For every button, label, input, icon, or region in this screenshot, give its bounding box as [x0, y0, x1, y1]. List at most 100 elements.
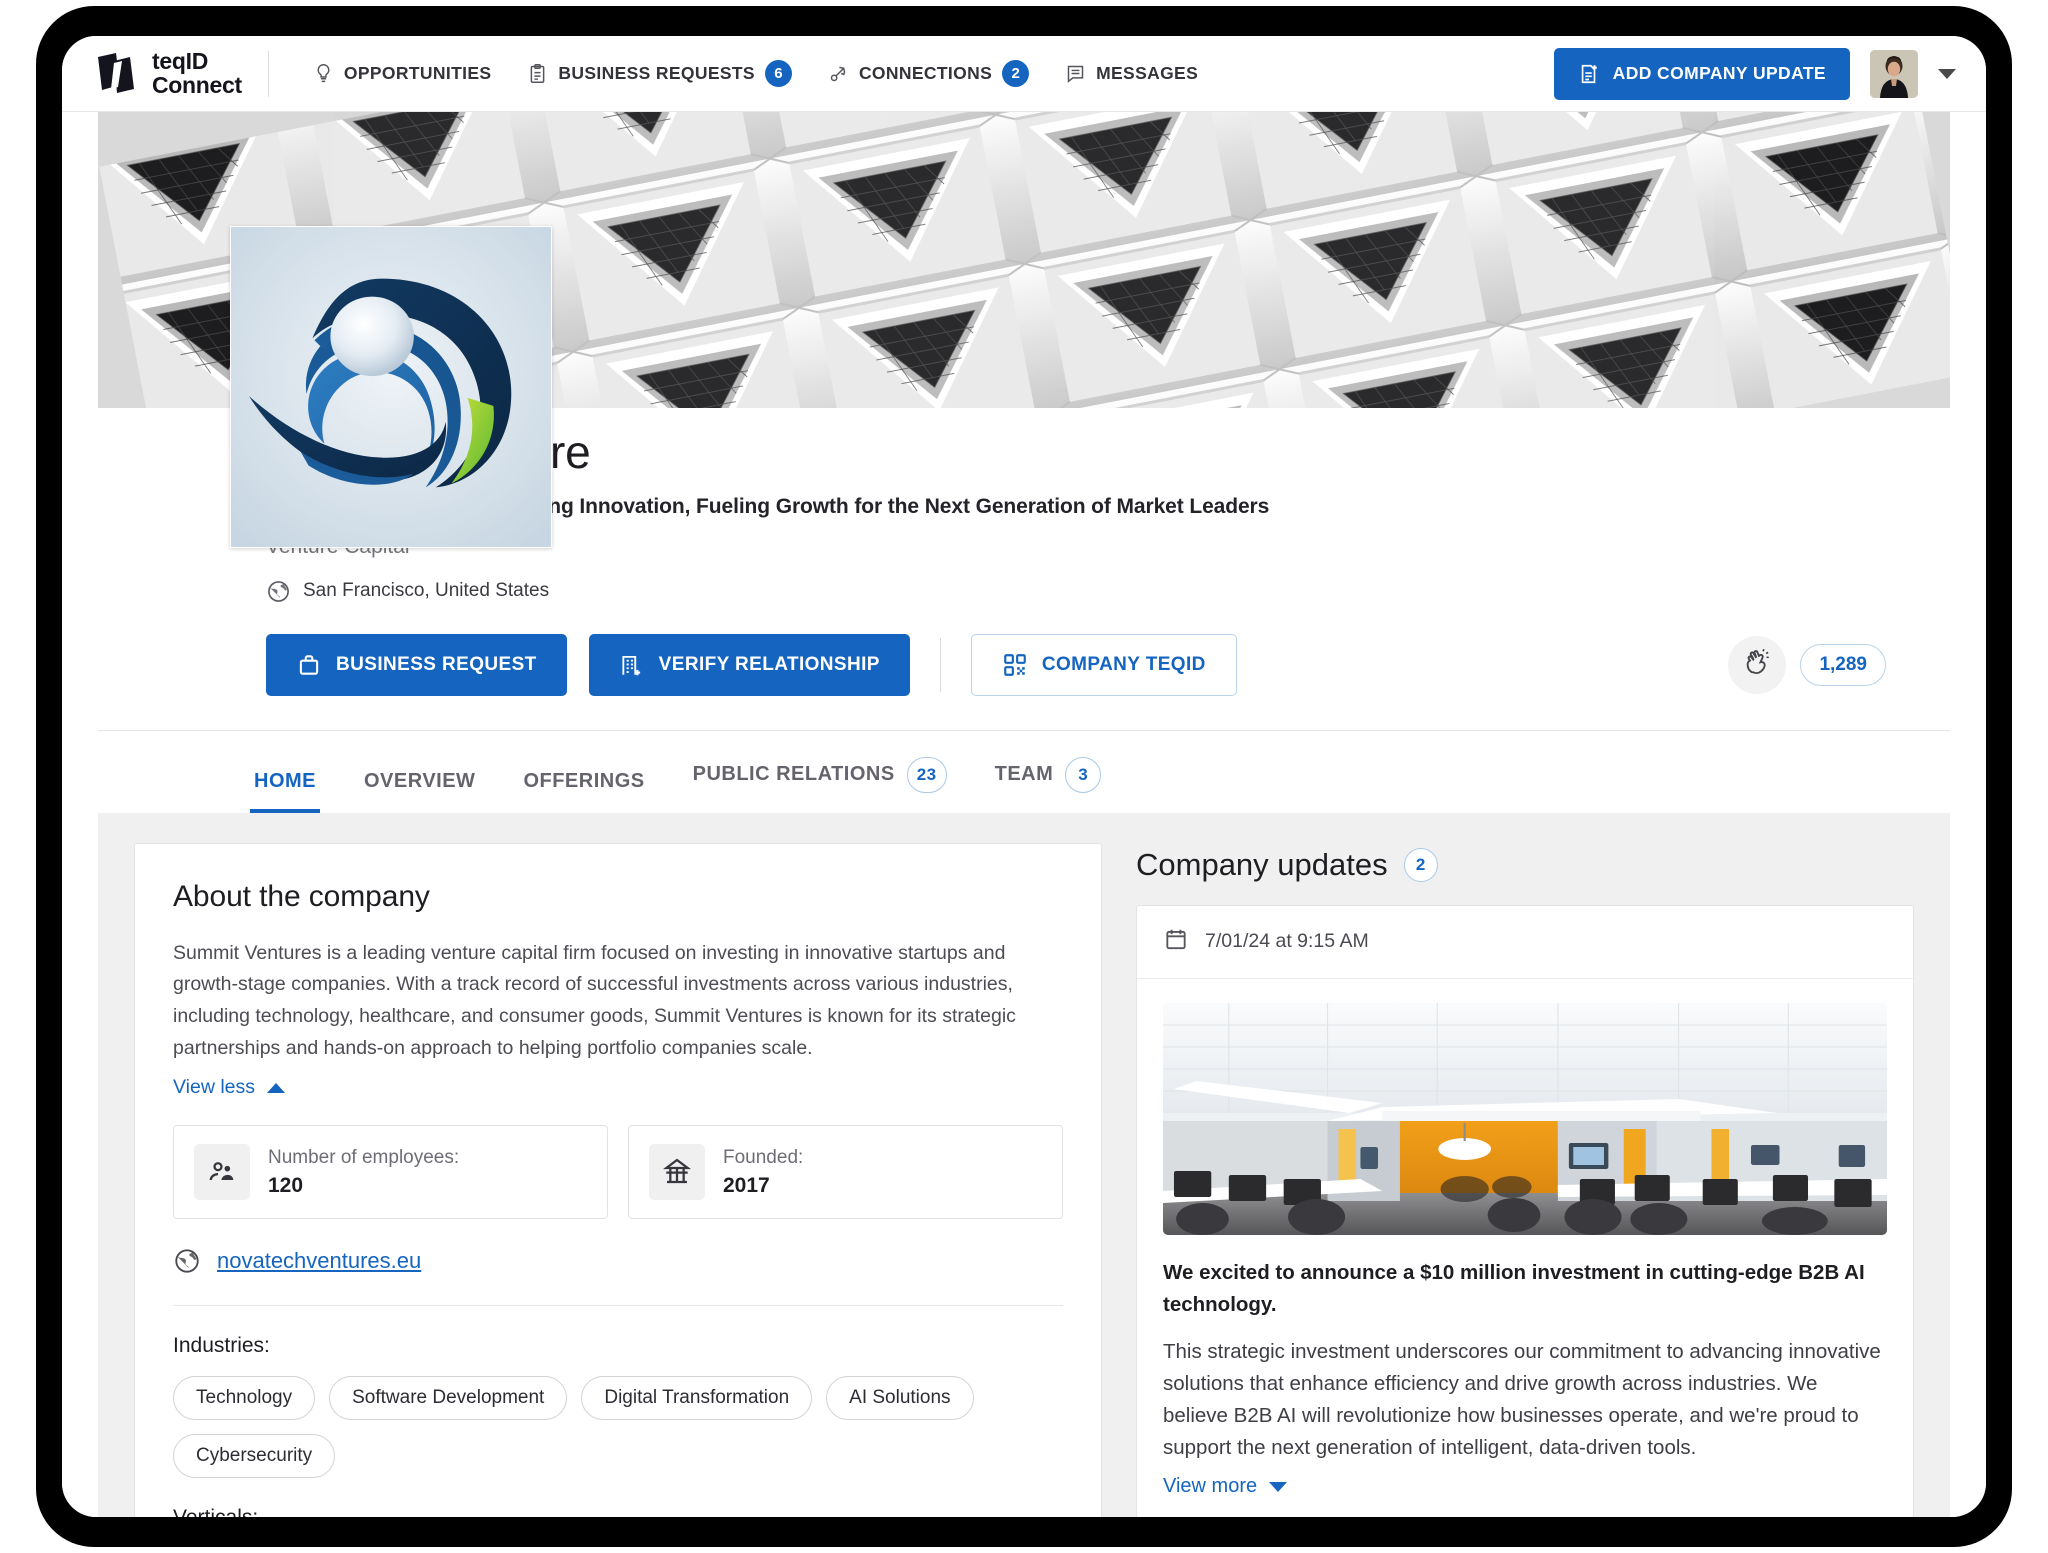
tab-public-relations-count: 23	[906, 756, 947, 793]
industry-chip[interactable]: Digital Transformation	[581, 1376, 813, 1421]
tab-public-relations[interactable]: PUBLIC RELATIONS 23	[669, 731, 971, 813]
about-column: About the company Summit Ventures is a l…	[134, 842, 1102, 1517]
nav-item-business-requests[interactable]: BUSINESS REQUESTS 6	[509, 52, 810, 95]
add-company-update-label: ADD COMPANY UPDATE	[1612, 63, 1826, 83]
update-headline: We excited to announce a $10 million inv…	[1163, 1260, 1865, 1316]
nav-label-opportunities: OPPORTUNITIES	[343, 63, 492, 83]
employees-stat-text: Number of employees: 120	[268, 1147, 459, 1198]
industry-chip[interactable]: AI Solutions	[826, 1376, 974, 1421]
clipboard-icon	[527, 63, 548, 84]
actions-divider	[939, 637, 941, 692]
globe-icon	[173, 1247, 201, 1275]
brand-line-1: teqID	[152, 48, 209, 75]
company-teqid-button[interactable]: COMPANY TEQID	[970, 633, 1237, 696]
building-add-icon	[619, 652, 645, 678]
tab-overview-label: OVERVIEW	[364, 769, 476, 792]
clap-button[interactable]	[1728, 635, 1787, 694]
teqid-logo-icon	[94, 51, 140, 97]
nav-item-messages[interactable]: MESSAGES	[1047, 55, 1216, 92]
nav-label-connections: CONNECTIONS	[858, 63, 993, 83]
company-updates-count: 2	[1403, 847, 1438, 882]
tab-home[interactable]: HOME	[230, 744, 340, 813]
device-frame: teqID Connect OPPORTUNITIES BUSINESS REQ…	[36, 6, 2012, 1547]
message-icon	[1065, 63, 1086, 84]
update-body: We excited to announce a $10 million inv…	[1137, 1235, 1913, 1517]
company-teqid-label: COMPANY TEQID	[1041, 653, 1206, 675]
about-company-title: About the company	[173, 879, 430, 913]
about-divider	[173, 1305, 1063, 1307]
company-location: San Francisco, United States	[266, 579, 1950, 604]
updates-column: Company updates 2 7/01/24 at 9:15 AM We …	[1136, 843, 1914, 1517]
chevron-down-icon[interactable]	[1938, 68, 1956, 79]
screen: teqID Connect OPPORTUNITIES BUSINESS REQ…	[62, 36, 1986, 1517]
company-location-label: San Francisco, United States	[303, 580, 550, 602]
nav-divider	[267, 50, 269, 97]
tab-home-label: HOME	[254, 769, 316, 792]
chevron-down-icon	[1269, 1481, 1288, 1492]
tab-offerings[interactable]: OFFERINGS	[499, 744, 668, 813]
verticals-label: Verticals:	[173, 1506, 1063, 1517]
clap-control: 1,289	[1728, 635, 1886, 694]
landmark-icon	[649, 1144, 705, 1201]
company-profile-header: Summit Venture Summit Ventures: Empoweri…	[62, 226, 1986, 696]
chevron-up-icon	[267, 1082, 286, 1093]
company-update-post: 7/01/24 at 9:15 AM We excited to announc…	[1136, 904, 1914, 1517]
tab-team-count: 3	[1065, 756, 1102, 793]
connections-icon	[828, 63, 849, 84]
business-request-label: BUSINESS REQUEST	[336, 653, 537, 675]
view-less-toggle[interactable]: View less	[173, 1076, 286, 1099]
company-updates-header: Company updates 2	[1136, 843, 1914, 905]
nav-label-messages: MESSAGES	[1096, 63, 1199, 83]
view-more-toggle[interactable]: View more	[1163, 1475, 1288, 1498]
tab-offerings-label: OFFERINGS	[523, 769, 645, 792]
website-row: novatechventures.eu	[173, 1247, 1063, 1275]
founded-stat-card: Founded: 2017	[628, 1125, 1063, 1220]
tab-team-label: TEAM	[994, 763, 1054, 786]
about-company-text: Summit Ventures is a leading venture cap…	[173, 941, 1016, 1059]
avatar[interactable]	[1870, 49, 1918, 98]
tab-team[interactable]: TEAM 3	[971, 731, 1126, 813]
update-photo	[1163, 1002, 1887, 1235]
page-scroll-area[interactable]: Summit Venture Summit Ventures: Empoweri…	[62, 112, 1986, 1517]
brand-line-2: Connect	[152, 71, 242, 98]
view-more-label: View more	[1163, 1475, 1258, 1498]
people-icon	[194, 1144, 250, 1201]
industry-chip[interactable]: Technology	[173, 1376, 316, 1421]
clap-count: 1,289	[1800, 643, 1886, 686]
brand-logo[interactable]: teqID Connect	[94, 48, 268, 98]
verify-relationship-label: VERIFY RELATIONSHIP	[658, 653, 880, 675]
verify-relationship-button[interactable]: VERIFY RELATIONSHIP	[588, 633, 910, 696]
nav-item-opportunities[interactable]: OPPORTUNITIES	[295, 55, 509, 92]
nav-item-connections[interactable]: CONNECTIONS 2	[810, 52, 1047, 95]
employees-value: 120	[268, 1173, 304, 1197]
add-company-update-button[interactable]: ADD COMPANY UPDATE	[1553, 47, 1850, 100]
clap-icon	[1742, 647, 1772, 682]
company-logo	[230, 226, 552, 548]
profile-tabs: HOME OVERVIEW OFFERINGS PUBLIC RELATIONS…	[98, 729, 1950, 813]
industry-chip[interactable]: Cybersecurity	[173, 1434, 336, 1479]
employees-label: Number of employees:	[268, 1146, 460, 1168]
update-date-label: 7/01/24 at 9:15 AM	[1205, 930, 1369, 953]
main-content: About the company Summit Ventures is a l…	[98, 812, 1950, 1517]
briefcase-icon	[296, 652, 322, 678]
calendar-icon	[1163, 926, 1189, 958]
tab-overview[interactable]: OVERVIEW	[340, 744, 499, 813]
industry-chip[interactable]: Software Development	[329, 1376, 568, 1421]
founded-label: Founded:	[723, 1146, 804, 1168]
update-date-row: 7/01/24 at 9:15 AM	[1137, 906, 1913, 979]
brand-wordmark: teqID Connect	[152, 48, 242, 98]
profile-action-buttons: BUSINESS REQUEST VERIFY RELATIONSHIP COM…	[266, 633, 1950, 696]
qr-code-icon	[1002, 652, 1028, 678]
globe-icon	[266, 579, 291, 604]
employees-stat-card: Number of employees: 120	[173, 1125, 608, 1220]
company-stats: Number of employees: 120 Founded: 2017	[173, 1125, 1063, 1220]
tab-public-relations-label: PUBLIC RELATIONS	[692, 763, 895, 786]
add-document-icon	[1578, 63, 1600, 85]
business-request-button[interactable]: BUSINESS REQUEST	[266, 633, 567, 696]
nav-right-cluster: ADD COMPANY UPDATE	[1553, 47, 1956, 100]
company-website-link[interactable]: novatechventures.eu	[217, 1248, 421, 1274]
about-company-card: About the company Summit Ventures is a l…	[134, 842, 1102, 1517]
nav-label-business-requests: BUSINESS REQUESTS	[558, 63, 755, 83]
founded-stat-text: Founded: 2017	[723, 1147, 803, 1198]
primary-nav-items: OPPORTUNITIES BUSINESS REQUESTS 6 CONNEC…	[295, 52, 1216, 95]
